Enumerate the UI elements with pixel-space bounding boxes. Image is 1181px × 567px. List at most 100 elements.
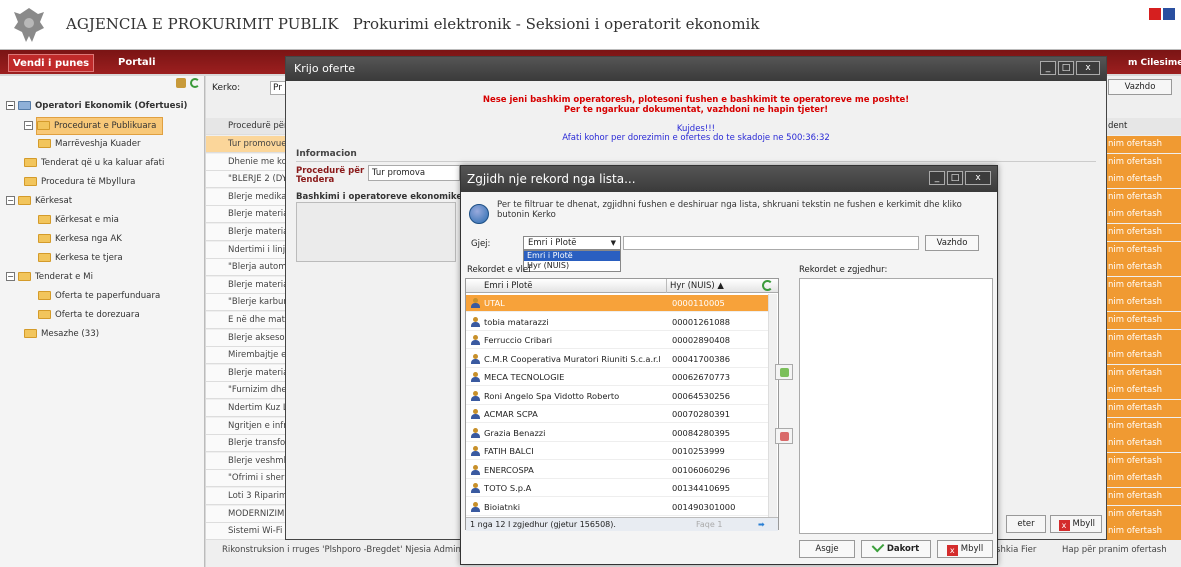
main-search: Kerko: Pr bbox=[212, 78, 290, 98]
grid-row[interactable]: Grazia Benazzi 00084280395 bbox=[466, 425, 768, 442]
sidebar-item-kerkesa-tjera[interactable]: Kerkesa te tjera bbox=[38, 250, 123, 266]
operator-icon bbox=[18, 101, 31, 110]
collapse-icon[interactable]: − bbox=[6, 101, 15, 110]
field-select[interactable]: Emri i Plotë ▼ bbox=[523, 236, 621, 250]
maximize-icon[interactable]: □ bbox=[947, 171, 963, 185]
grid-page: Faqe 1 bbox=[696, 520, 723, 529]
close-icon[interactable]: x bbox=[965, 171, 991, 185]
record-search-input[interactable] bbox=[623, 236, 919, 250]
tree-root[interactable]: − Operatori Ekonomik (Ofertuesi) bbox=[6, 98, 187, 114]
vazhdo-main-button[interactable]: Vazhdo bbox=[1108, 79, 1172, 95]
minimize-icon[interactable]: _ bbox=[929, 171, 945, 185]
divider bbox=[296, 161, 1096, 162]
record-nuis: 00041700386 bbox=[672, 353, 731, 364]
flag-english-icon[interactable] bbox=[1163, 8, 1175, 20]
record-name: UTAL bbox=[484, 298, 505, 308]
refresh-icon[interactable] bbox=[190, 78, 200, 88]
sidebar-item-kerkesat-mia[interactable]: Kërkesat e mia bbox=[38, 212, 119, 228]
consortium-box[interactable] bbox=[296, 202, 456, 262]
grid-row[interactable]: Roni Angelo Spa Vidotto Roberto 000645302… bbox=[466, 388, 768, 405]
record-name: ACMAR SCPA bbox=[484, 409, 538, 419]
sidebar-item-tenderat-afati[interactable]: Tenderat që u ka kaluar afati bbox=[24, 155, 164, 171]
table-row-status: nim ofertash bbox=[1104, 347, 1181, 365]
folder-icon bbox=[24, 329, 37, 338]
folder-icon bbox=[24, 177, 37, 186]
next-button[interactable]: eter bbox=[1006, 515, 1046, 533]
procedure-field[interactable]: Tur promova bbox=[368, 165, 460, 181]
record-nuis: 00002890408 bbox=[672, 335, 731, 345]
main-column-header-right[interactable]: dent bbox=[1104, 118, 1181, 135]
option-emri[interactable]: Emri i Plotë bbox=[524, 251, 620, 261]
grid-row[interactable]: Bioiatnki 001490301000 bbox=[466, 499, 768, 516]
ok-button[interactable]: Dakort bbox=[861, 539, 931, 558]
collapse-icon[interactable]: − bbox=[24, 121, 33, 130]
table-row-status: nim ofertash bbox=[1104, 188, 1181, 206]
sidebar-item-oferta-paperfunduara[interactable]: Oferta te paperfunduara bbox=[38, 288, 160, 304]
tab-portali[interactable]: Portali bbox=[118, 54, 156, 72]
add-record-button[interactable] bbox=[775, 364, 793, 380]
sidebar-item-marreveshja[interactable]: Marrëveshja Kuader bbox=[38, 136, 141, 152]
sidebar-item-oferta-dorezuara[interactable]: Oferta te dorezuara bbox=[38, 307, 140, 323]
table-row-status: nim ofertash bbox=[1104, 488, 1181, 505]
grid-scrollbar[interactable] bbox=[768, 294, 777, 530]
pick-record-title[interactable]: Zgjidh nje rekord nga lista... bbox=[461, 166, 997, 192]
sidebar-item-procedura-mbyllura[interactable]: Procedura të Mbyllura bbox=[24, 174, 135, 190]
grid-row[interactable]: UTAL 0000110005 bbox=[466, 295, 768, 312]
nav-settings-partial[interactable]: m Cilesimet bbox=[1128, 58, 1181, 68]
person-icon bbox=[470, 335, 480, 345]
collapse-icon[interactable]: − bbox=[6, 196, 15, 205]
language-flags[interactable] bbox=[1149, 8, 1175, 20]
sidebar-item-mesazhe[interactable]: Mesazhe (33) bbox=[24, 326, 99, 342]
refresh-icon[interactable] bbox=[762, 280, 773, 291]
grid-row[interactable]: Ferruccio Cribari 00002890408 bbox=[466, 332, 768, 349]
maximize-icon[interactable]: □ bbox=[1058, 61, 1074, 75]
column-name[interactable]: Emri i Plotë bbox=[484, 281, 533, 291]
person-icon bbox=[470, 390, 480, 401]
sidebar-item-procedurat[interactable]: − Procedurat e Publikuara bbox=[24, 117, 164, 135]
close-button[interactable]: x Mbyll bbox=[937, 540, 993, 558]
sidebar-item-kerkesa-ak[interactable]: Kerkesa nga AK bbox=[38, 231, 122, 247]
grid-row[interactable]: FATIH BALCI 0010253999 bbox=[466, 443, 768, 460]
close-icon[interactable]: x bbox=[1076, 61, 1100, 75]
table-row-status: nim ofertash bbox=[1104, 417, 1181, 435]
column-nuis[interactable]: Hyr (NUIS) ▲ bbox=[670, 281, 724, 291]
flag-albania-icon[interactable] bbox=[1149, 8, 1161, 20]
record-name: Ferruccio Cribari bbox=[484, 335, 553, 345]
users-icon[interactable] bbox=[176, 78, 186, 88]
agency-title: AGJENCIA E PROKURIMIT PUBLIK Prokurimi e… bbox=[66, 15, 760, 33]
remove-record-button[interactable] bbox=[775, 428, 793, 444]
none-button[interactable]: Asgje bbox=[799, 540, 855, 558]
tab-vendi-i-punes[interactable]: Vendi i punes bbox=[8, 54, 94, 72]
collapse-icon[interactable]: − bbox=[6, 272, 15, 281]
sidebar: − Operatori Ekonomik (Ofertuesi) − Procedu… bbox=[0, 76, 205, 567]
sidebar-item-kerkesat[interactable]: − Kërkesat bbox=[6, 193, 72, 209]
grid-row[interactable]: C.M.R Cooperativa Muratori Riuniti S.c.a… bbox=[466, 351, 768, 368]
grid-row[interactable]: MECA TECNOLOGIE 00062670773 bbox=[466, 369, 768, 386]
available-records-label: Rekordet e vlef bbox=[467, 265, 532, 275]
grid-row[interactable]: TOTO S.p.A 00134410695 bbox=[466, 480, 768, 497]
close-offer-button[interactable]: x Mbyll bbox=[1050, 515, 1102, 533]
record-name: TOTO S.p.A bbox=[484, 483, 532, 493]
record-name: tobia matarazzi bbox=[484, 316, 549, 327]
main-last-row-status: Hap për pranim ofertash bbox=[1062, 545, 1167, 555]
records-grid: Emri i Plotë Hyr (NUIS) ▲ UTAL 0000110005… bbox=[465, 278, 779, 531]
sidebar-item-tenderat-mi[interactable]: − Tenderat e Mi bbox=[6, 269, 93, 285]
record-nuis: 0000110005 bbox=[672, 298, 725, 308]
table-row-status: nim ofertash bbox=[1104, 435, 1181, 453]
selected-records-box[interactable] bbox=[799, 278, 993, 534]
minimize-icon[interactable]: _ bbox=[1040, 61, 1056, 75]
grid-row[interactable]: tobia matarazzi 00001261088 bbox=[466, 314, 768, 331]
table-row-status: nim ofertash bbox=[1104, 329, 1181, 347]
record-nuis: 001490301000 bbox=[672, 501, 736, 512]
folder-icon bbox=[37, 121, 50, 130]
table-row-status: nim ofertash bbox=[1104, 276, 1181, 294]
next-page-icon[interactable]: ➡ bbox=[758, 518, 765, 531]
option-nuis[interactable]: Hyr (NUIS) bbox=[524, 261, 620, 271]
create-offer-title[interactable]: Krijo oferte bbox=[286, 57, 1106, 81]
folder-icon bbox=[38, 291, 51, 300]
vazhdo-button[interactable]: Vazhdo bbox=[925, 235, 979, 251]
app-header: AGJENCIA E PROKURIMIT PUBLIK Prokurimi e… bbox=[0, 0, 1181, 50]
grid-row[interactable]: ACMAR SCPA 00070280391 bbox=[466, 406, 768, 423]
grid-row[interactable]: ENERCOSPA 00106060296 bbox=[466, 462, 768, 479]
filter-hint: Per te filtruar te dhenat, zgjidhni fush… bbox=[497, 200, 962, 220]
